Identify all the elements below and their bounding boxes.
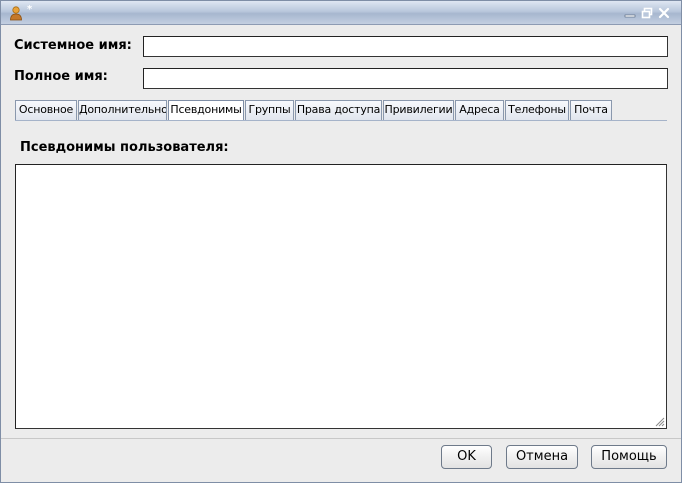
restore-icon[interactable]	[640, 6, 654, 20]
tab-mail[interactable]: Почта	[570, 100, 612, 120]
system-name-input[interactable]	[143, 36, 668, 57]
full-name-label: Полное имя:	[14, 69, 108, 84]
aliases-heading: Псевдонимы пользователя:	[20, 140, 229, 155]
help-button[interactable]: Помощь	[591, 445, 667, 469]
tab-aliases[interactable]: Псевдонимы	[168, 100, 244, 121]
tab-additional[interactable]: Дополнительно	[78, 100, 167, 120]
tab-groups[interactable]: Группы	[245, 100, 294, 120]
cancel-button[interactable]: Отмена	[506, 445, 578, 469]
close-icon[interactable]	[657, 6, 671, 20]
full-name-input[interactable]	[143, 68, 668, 89]
resize-grip-icon[interactable]	[655, 417, 665, 427]
tab-addresses[interactable]: Адреса	[455, 100, 504, 120]
tab-strip: Основное Дополнительно Псевдонимы Группы…	[15, 100, 667, 121]
tab-privileges[interactable]: Привилегии	[383, 100, 454, 120]
user-icon	[10, 6, 22, 21]
aliases-textarea[interactable]	[15, 164, 667, 429]
system-name-label: Системное имя:	[14, 38, 132, 53]
tab-access-rights[interactable]: Права доступа	[295, 100, 382, 120]
minimize-icon[interactable]	[623, 6, 637, 20]
tab-phones[interactable]: Телефоны	[505, 100, 569, 120]
tab-basic[interactable]: Основное	[15, 100, 77, 120]
window-title: *	[27, 4, 33, 15]
tab-underline	[15, 120, 667, 121]
title-bar[interactable]: *	[1, 1, 681, 25]
user-properties-window: * Системное имя: Полное имя: Основное До…	[0, 0, 682, 483]
footer-divider	[1, 438, 681, 439]
ok-button[interactable]: OK	[441, 445, 492, 469]
